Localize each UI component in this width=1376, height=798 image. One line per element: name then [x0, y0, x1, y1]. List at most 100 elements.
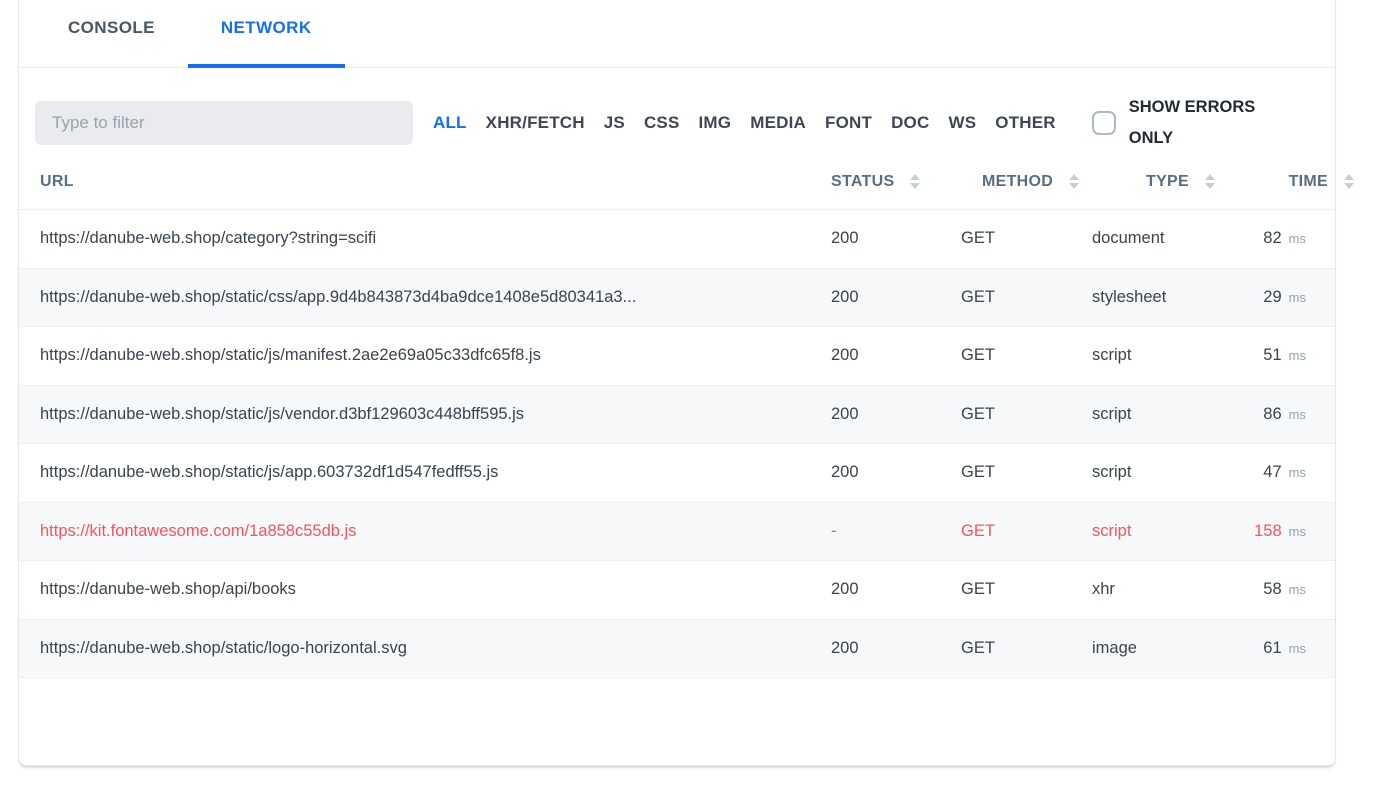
cell-method: GET — [961, 229, 1092, 248]
time-value: 29 — [1263, 288, 1281, 307]
cell-time: 86 ms — [1215, 405, 1335, 424]
column-header-status[interactable]: STATUS — [813, 173, 961, 191]
sort-down-arrow — [1205, 183, 1215, 189]
cell-time: 58ms — [1215, 580, 1335, 599]
cell-url: https://danube-web.shop/static/logo-hori… — [19, 639, 813, 658]
active-tab-underline — [188, 64, 345, 68]
type-filter-media[interactable]: MEDIA — [750, 113, 806, 133]
cell-status: - — [813, 522, 961, 541]
time-unit: ms — [1289, 290, 1306, 305]
cell-type: stylesheet — [1092, 288, 1215, 307]
time-value: 51 — [1263, 346, 1281, 365]
cell-status: 200 — [813, 346, 961, 365]
cell-method: GET — [961, 346, 1092, 365]
cell-status: 200 — [813, 229, 961, 248]
tab-network[interactable]: NETWORK — [188, 0, 345, 68]
show-errors-checkbox[interactable] — [1092, 111, 1116, 135]
table-row[interactable]: https://danube-web.shop/static/css/app.9… — [19, 269, 1335, 328]
column-label: TIME — [1289, 173, 1328, 191]
cell-type: script — [1092, 522, 1215, 541]
column-label: METHOD — [982, 173, 1053, 191]
filter-input[interactable] — [35, 101, 413, 145]
table-row[interactable]: https://danube-web.shop/static/js/manife… — [19, 327, 1335, 386]
cell-method: GET — [961, 405, 1092, 424]
cell-status: 200 — [813, 639, 961, 658]
type-filter-ws[interactable]: WS — [948, 113, 976, 133]
cell-method: GET — [961, 639, 1092, 658]
table-row[interactable]: https://danube-web.shop/static/js/vendor… — [19, 386, 1335, 445]
cell-time: 158 ms — [1215, 522, 1335, 541]
column-label: URL — [40, 173, 74, 191]
sort-down-arrow — [1344, 183, 1354, 189]
cell-url: https://danube-web.shop/static/js/manife… — [19, 346, 813, 365]
cell-method: GET — [961, 463, 1092, 482]
devtools-panel: CONSOLE NETWORK ALL XHR/FETCH JS CSS IMG MEDIA… — [18, 0, 1336, 766]
time-unit: ms — [1289, 348, 1306, 363]
cell-type: xhr — [1092, 580, 1215, 599]
time-value: 86 — [1263, 405, 1281, 424]
cell-time: 47ms — [1215, 463, 1335, 482]
sort-up-arrow — [1069, 174, 1079, 180]
cell-type: document — [1092, 229, 1215, 248]
tab-label: NETWORK — [221, 18, 312, 38]
column-header-type[interactable]: TYPE — [1092, 173, 1215, 191]
cell-url: https://danube-web.shop/static/js/app.60… — [19, 463, 813, 482]
type-filter-doc[interactable]: DOC — [891, 113, 929, 133]
network-table-body: https://danube-web.shop/category?string=… — [19, 210, 1335, 678]
type-filter-all[interactable]: ALL — [433, 113, 467, 133]
column-label: TYPE — [1146, 173, 1189, 191]
type-filter-js[interactable]: JS — [604, 113, 625, 133]
column-header-url: URL — [19, 173, 813, 191]
tabs-bar: CONSOLE NETWORK — [19, 0, 1335, 68]
cell-type: image — [1092, 639, 1215, 658]
sort-icon[interactable] — [910, 174, 920, 189]
table-row[interactable]: https://danube-web.shop/category?string=… — [19, 210, 1335, 269]
column-header-method[interactable]: METHOD — [961, 173, 1092, 191]
table-row[interactable]: https://kit.fontawesome.com/1a858c55db.j… — [19, 503, 1335, 562]
column-header-time[interactable]: TIME — [1215, 173, 1335, 191]
time-unit: ms — [1289, 231, 1306, 246]
cell-time: 29 ms — [1215, 288, 1335, 307]
sort-up-arrow — [1344, 174, 1354, 180]
sort-up-arrow — [1205, 174, 1215, 180]
cell-url: https://kit.fontawesome.com/1a858c55db.j… — [19, 522, 813, 541]
cell-method: GET — [961, 288, 1092, 307]
time-unit: ms — [1289, 465, 1306, 480]
sort-up-arrow — [910, 174, 920, 180]
cell-method: GET — [961, 522, 1092, 541]
tab-console[interactable]: CONSOLE — [35, 0, 188, 68]
sort-icon[interactable] — [1344, 174, 1354, 189]
type-filter-img[interactable]: IMG — [699, 113, 732, 133]
column-label: STATUS — [831, 173, 894, 191]
cell-status: 200 — [813, 405, 961, 424]
time-value: 158 — [1254, 522, 1282, 541]
network-table-header: URL STATUS METHOD TYPE TIME — [19, 154, 1335, 210]
cell-url: https://danube-web.shop/static/css/app.9… — [19, 288, 813, 307]
time-unit: ms — [1289, 582, 1306, 597]
time-unit: ms — [1289, 407, 1306, 422]
cell-status: 200 — [813, 580, 961, 599]
cell-type: script — [1092, 346, 1215, 365]
cell-url: https://danube-web.shop/api/books — [19, 580, 813, 599]
time-unit: ms — [1289, 641, 1306, 656]
sort-down-arrow — [1069, 183, 1079, 189]
table-row[interactable]: https://danube-web.shop/static/logo-hori… — [19, 620, 1335, 679]
cell-status: 200 — [813, 288, 961, 307]
sort-icon[interactable] — [1205, 174, 1215, 189]
cell-url: https://danube-web.shop/category?string=… — [19, 229, 813, 248]
time-unit: ms — [1289, 524, 1306, 539]
time-value: 61 — [1263, 639, 1281, 658]
type-filter-group: ALL XHR/FETCH JS CSS IMG MEDIA FONT DOC WS OTHER — [433, 113, 1056, 133]
type-filter-xhr-fetch[interactable]: XHR/FETCH — [486, 113, 585, 133]
table-row[interactable]: https://danube-web.shop/static/js/app.60… — [19, 444, 1335, 503]
type-filter-font[interactable]: FONT — [825, 113, 872, 133]
type-filter-css[interactable]: CSS — [644, 113, 680, 133]
table-row[interactable]: https://danube-web.shop/api/books200GETx… — [19, 561, 1335, 620]
cell-time: 82 ms — [1215, 229, 1335, 248]
tab-label: CONSOLE — [68, 18, 155, 38]
time-value: 82 — [1263, 229, 1281, 248]
type-filter-other[interactable]: OTHER — [995, 113, 1056, 133]
sort-icon[interactable] — [1069, 174, 1079, 189]
cell-time: 51 ms — [1215, 346, 1335, 365]
cell-type: script — [1092, 405, 1215, 424]
